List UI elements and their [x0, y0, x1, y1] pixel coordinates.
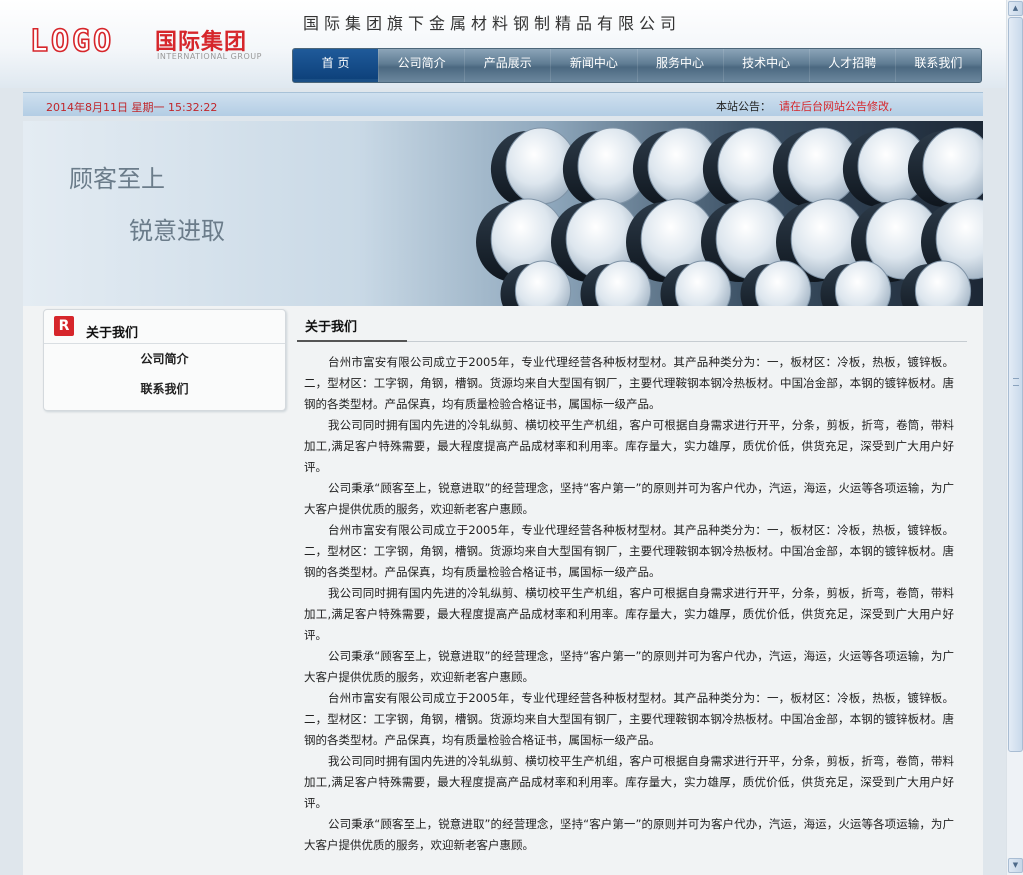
scroll-up-icon[interactable]: ▲ [1008, 1, 1023, 16]
nav-products[interactable]: 产品展示 [464, 49, 550, 82]
article-paragraph: 我公司同时拥有国内先进的冷轧纵剪、横切校平生产机组，客户可根据自身需求进行开平，… [304, 586, 954, 642]
article-paragraph: 公司秉承“顾客至上，锐意进取”的经营理念，坚持“客户第一”的原则并可为客户代办，… [304, 649, 954, 684]
article-paragraph: 公司秉承“顾客至上，锐意进取”的经营理念，坚持“客户第一”的原则并可为客户代办，… [304, 481, 954, 516]
nav-service[interactable]: 服务中心 [636, 49, 723, 82]
title-underline [297, 340, 407, 342]
scroll-down-icon[interactable]: ▼ [1008, 858, 1023, 873]
main-nav: 首 页 公司简介 产品展示 新闻中心 服务中心 技术中心 人才招聘 联系我们 [292, 48, 982, 83]
article-paragraph: 台州市富安有限公司成立于2005年，专业代理经营各种板材型材。其产品种类分为：一… [304, 355, 954, 411]
logo-name-en: INTERNATIONAL GROUP [157, 52, 262, 61]
nav-contact[interactable]: 联系我们 [894, 49, 981, 82]
nav-careers[interactable]: 人才招聘 [808, 49, 895, 82]
sidebar-item: 公司简介 [44, 344, 285, 374]
sidebar-header: R 关于我们 [44, 310, 285, 344]
sidebar-link-contact[interactable]: 联系我们 [44, 374, 285, 404]
site-header: LOGO 国际集团 INTERNATIONAL GROUP 国际集团旗下金属材料… [0, 0, 1006, 88]
sidebar-r-icon: R [54, 316, 74, 336]
nav-home[interactable]: 首 页 [293, 49, 379, 82]
article-body: 台州市富安有限公司成立于2005年，专业代理经营各种板材型材。其产品种类分为：一… [304, 352, 954, 856]
sidebar-about: R 关于我们 公司简介 联系我们 [43, 309, 286, 411]
article-paragraph: 台州市富安有限公司成立于2005年，专业代理经营各种板材型材。其产品种类分为：一… [304, 523, 954, 579]
notice-marquee[interactable]: 请在后台网站公告修改, [779, 98, 893, 114]
page-scrollbar[interactable]: ▲ ▼ [1006, 0, 1023, 875]
sidebar-title: 关于我们 [86, 326, 139, 341]
sidebar-link-company-profile[interactable]: 公司简介 [44, 344, 285, 374]
sidebar-item: 联系我们 [44, 374, 285, 404]
main-content-area: R 关于我们 公司简介 联系我们 关于我们 台州市富安有限公司成立于2005年，… [23, 306, 983, 875]
article-paragraph: 台州市富安有限公司成立于2005年，专业代理经营各种板材型材。其产品种类分为：一… [304, 691, 954, 747]
article-paragraph: 公司秉承“顾客至上，锐意进取”的经营理念，坚持“客户第一”的原则并可为客户代办，… [304, 817, 954, 852]
scroll-thumb[interactable] [1008, 17, 1023, 752]
nav-company-profile[interactable]: 公司简介 [378, 49, 464, 82]
company-full-name: 国际集团旗下金属材料钢制精品有限公司 [303, 14, 682, 33]
banner-slogan-1: 顾客至上 [69, 165, 165, 193]
banner-slogan-2: 锐意进取 [129, 217, 225, 245]
logo-word[interactable]: LOGO [29, 25, 114, 59]
sidebar-list: 公司简介 联系我们 [44, 344, 285, 404]
info-bar: 2014年8月11日 星期一 15:32:22 本站公告： 请在后台网站公告修改… [23, 92, 983, 116]
article-paragraph: 我公司同时拥有国内先进的冷轧纵剪、横切校平生产机组，客户可根据自身需求进行开平，… [304, 418, 954, 474]
article-title: 关于我们 [305, 320, 358, 335]
current-datetime: 2014年8月11日 星期一 15:32:22 [46, 101, 218, 114]
nav-technology[interactable]: 技术中心 [722, 49, 809, 82]
nav-news[interactable]: 新闻中心 [550, 49, 636, 82]
article-paragraph: 我公司同时拥有国内先进的冷轧纵剪、横切校平生产机组，客户可根据自身需求进行开平，… [304, 754, 954, 810]
hero-banner: 顾客至上 锐意进取 [23, 121, 983, 306]
grip-icon [1013, 378, 1019, 386]
notice-label: 本站公告： [716, 100, 771, 113]
